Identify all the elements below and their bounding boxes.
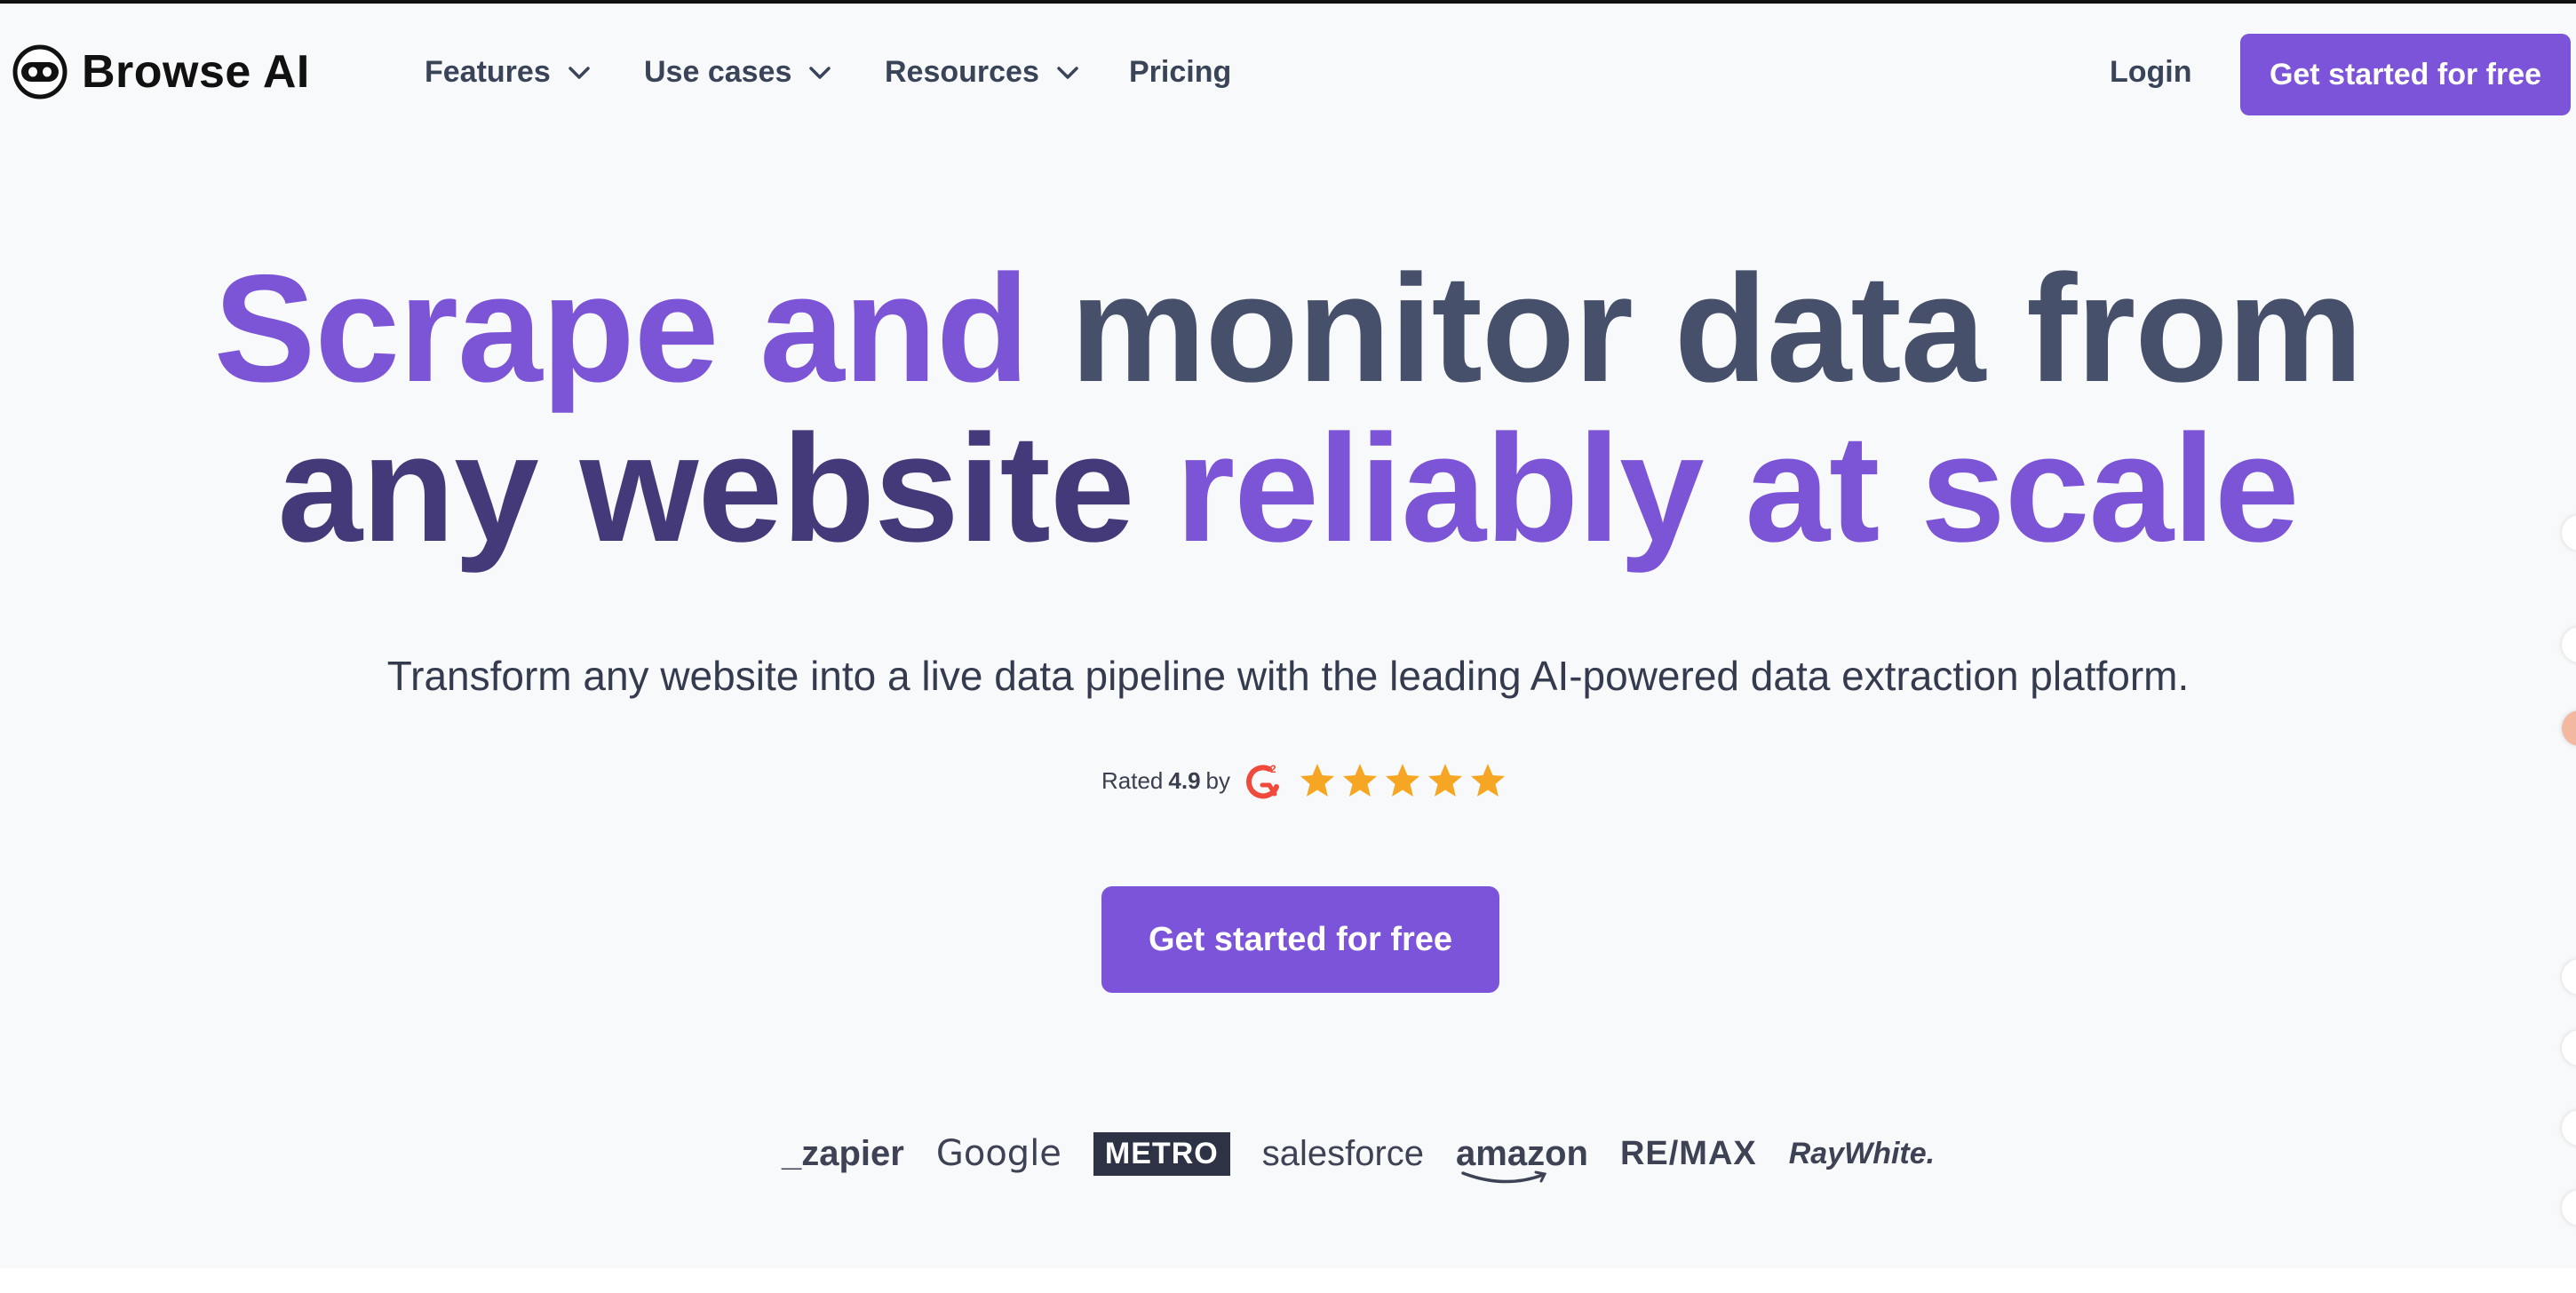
hero-subheadline: Transform any website into a live data p… (386, 653, 2190, 699)
section-divider (0, 1268, 2576, 1293)
top-navigation: Browse AI Features Use cases Resources P… (0, 4, 2576, 137)
amazon-smile-icon (1461, 1170, 1547, 1183)
rating-suffix: by (1205, 766, 1231, 794)
rating-score: 4.9 (1168, 766, 1201, 794)
nav-features-label: Features (425, 55, 551, 89)
hero-headline: Scrape and monitor data from any website… (0, 249, 2576, 568)
zapier-logo: _zapier (782, 1133, 904, 1173)
nav-use-cases[interactable]: Use cases (644, 55, 832, 90)
brand-logo[interactable]: Browse AI (12, 44, 310, 99)
nav-pricing[interactable]: Pricing (1129, 55, 1231, 90)
g2-logo-icon: 2 (1246, 763, 1280, 799)
nav-features[interactable]: Features (425, 55, 592, 90)
salesforce-logo: salesforce (1261, 1133, 1425, 1173)
star-icon (1386, 764, 1420, 797)
amazon-logo: amazon (1456, 1133, 1588, 1183)
chevron-down-icon (1057, 66, 1078, 79)
headline-word: and (759, 243, 1070, 414)
raywhite-logo: RayWhite. (1788, 1136, 1936, 1170)
nav-use-cases-label: Use cases (644, 55, 792, 89)
metro-logo: METRO (1093, 1131, 1230, 1176)
headline-line-1: Scrape and monitor data from (0, 249, 2576, 409)
headline-word: Scrape (213, 243, 760, 414)
g2-rating[interactable]: Rated 4.9 by 2 (1101, 757, 1511, 805)
star-icon (1471, 764, 1506, 797)
headline-word: monitor data from (1069, 243, 2364, 414)
google-logo: Google (935, 1133, 1061, 1174)
headline-line-2: any website reliably at scale (0, 409, 2576, 568)
headline-word: reliably at scale (1175, 403, 2299, 574)
robot-face-icon (12, 44, 68, 99)
svg-text:2: 2 (1270, 763, 1276, 775)
login-link[interactable]: Login (2110, 55, 2192, 90)
star-icon (1343, 764, 1378, 797)
chevron-down-icon (809, 66, 831, 79)
brand-name: Browse AI (82, 46, 310, 98)
star-icon (1428, 764, 1463, 797)
get-started-button-hero[interactable]: Get started for free (1101, 886, 1499, 993)
floating-control[interactable] (2562, 959, 2576, 995)
remax-logo: RE/MAX (1619, 1134, 1757, 1172)
rating-prefix: Rated (1101, 766, 1164, 794)
nav-resources[interactable]: Resources (885, 55, 1080, 90)
floating-control[interactable] (2562, 710, 2576, 746)
amazon-logo-text: amazon (1456, 1133, 1588, 1173)
star-icon (1300, 764, 1335, 797)
get-started-button-nav[interactable]: Get started for free (2240, 34, 2571, 115)
chevron-down-icon (568, 66, 590, 79)
floating-control[interactable] (2562, 1190, 2576, 1226)
nav-resources-label: Resources (885, 55, 1039, 89)
headline-word: any website (277, 403, 1176, 574)
customer-logos: _zapier Google METRO salesforce amazon R… (782, 1122, 1967, 1185)
nav-pricing-label: Pricing (1129, 55, 1232, 89)
star-rating (1298, 761, 1511, 800)
floating-control[interactable] (2562, 1110, 2576, 1146)
floating-control[interactable] (2562, 1030, 2576, 1066)
